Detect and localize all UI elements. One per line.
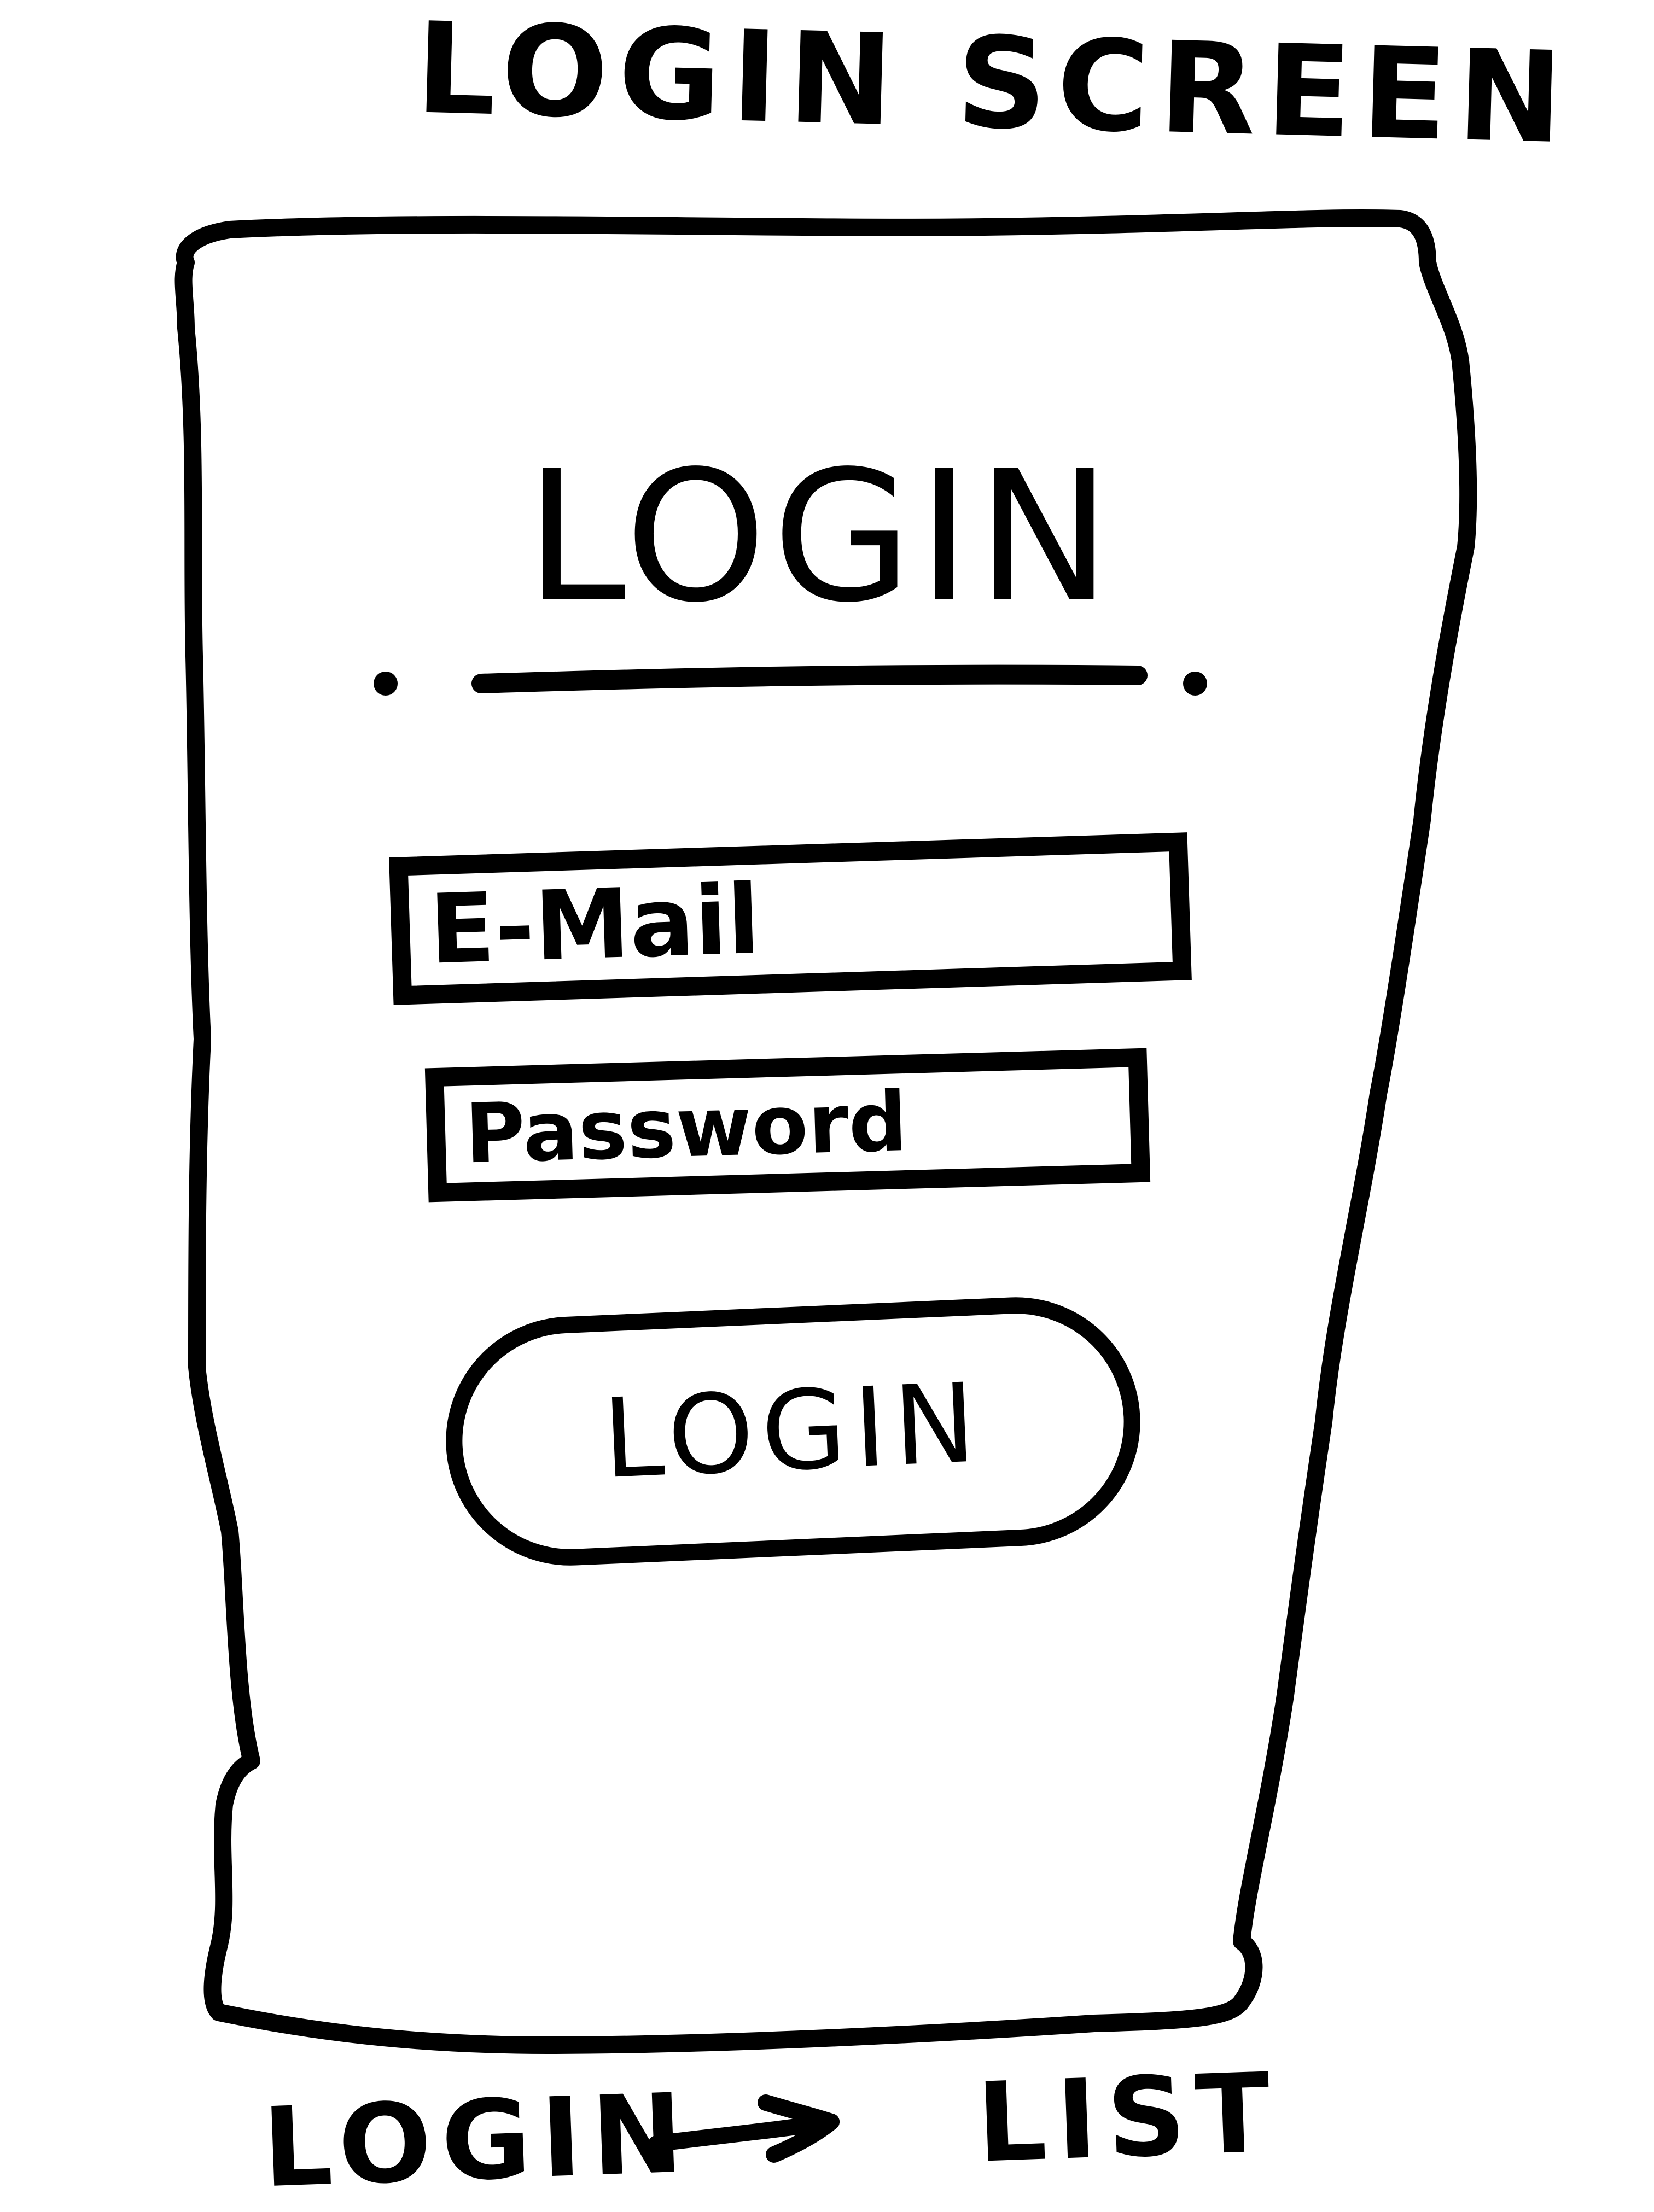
divider-dot-right	[1183, 672, 1207, 696]
email-field[interactable]	[389, 832, 1192, 1005]
password-field[interactable]	[424, 1048, 1151, 1203]
login-button[interactable]: LOGIN	[440, 1292, 1146, 1571]
page-title: LOGIN SCREEN	[414, 0, 1575, 172]
flow-to-label: LIST	[975, 2049, 1283, 2187]
login-heading: LOGIN	[525, 432, 1117, 642]
heading-divider	[471, 664, 1148, 693]
divider-dot-left	[374, 672, 398, 696]
flow-from-label: LOGIN	[260, 2070, 695, 2212]
